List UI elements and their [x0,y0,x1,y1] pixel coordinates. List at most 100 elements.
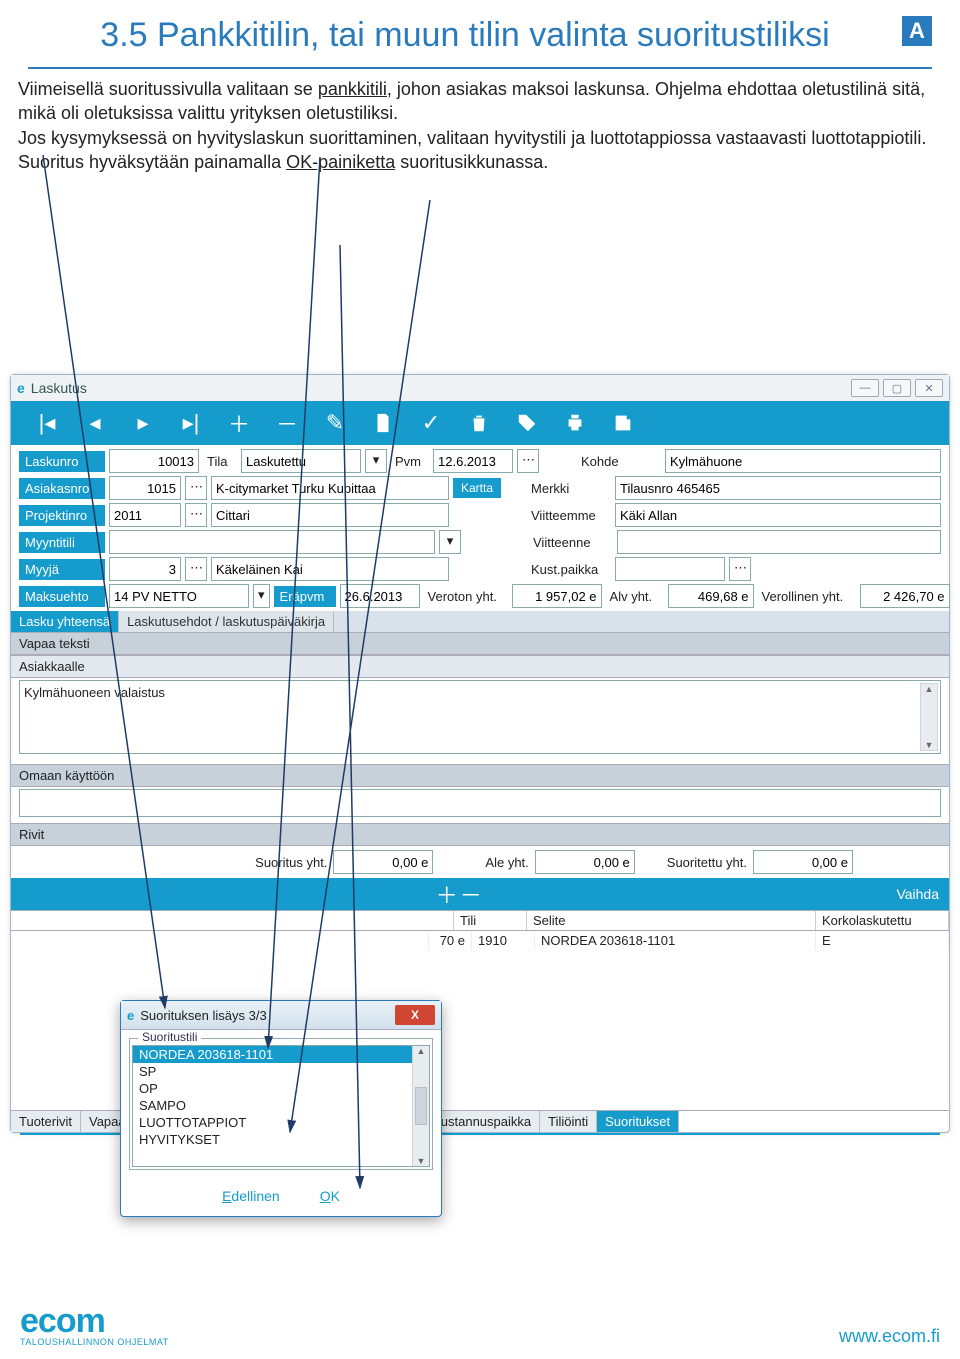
list-item[interactable]: HYVITYKSET [133,1131,429,1148]
lookup-kust-icon[interactable]: ⋯ [729,557,751,581]
page-header: 3.5 Pankkitilin, tai muun tilin valinta … [0,0,960,61]
label-kohde: Kohde [577,452,661,471]
link-ok: OK-painiketta [286,152,395,172]
memo-omaan[interactable] [19,789,941,817]
dialog-group-suoritustili: Suoritustili NORDEA 203618-1101 SP OP SA… [129,1038,433,1170]
mid-tabs: Lasku yhteensä Laskutusehdot / laskutusp… [11,611,949,632]
input-asiakas-name[interactable] [211,476,449,500]
input-projekti-name[interactable] [211,503,449,527]
link-pankkitili: pankkitili [318,79,387,99]
memo-scrollbar[interactable]: ▲▼ [920,683,938,751]
tag-icon[interactable] [515,411,539,435]
label-suoritus-yht: Suoritus yht. [255,855,327,870]
nav-prev-icon[interactable]: ◂ [83,411,107,435]
tab-tuoterivit[interactable]: Tuoterivit [11,1111,81,1132]
edit-icon[interactable]: ✎ [323,411,347,435]
brand-tagline: TALOUSHALLINNON OHJELMAT [20,1337,169,1347]
window-minimize-button[interactable]: — [851,379,879,397]
label-tila: Tila [203,452,237,471]
col-tili: Tili [454,911,527,930]
label-projektinro: Projektinro [19,505,105,526]
dialog-title: Suorituksen lisäys 3/3 [140,1008,266,1023]
dialog-close-button[interactable]: X [395,1005,435,1025]
lookup-projekti-icon[interactable]: ⋯ [185,503,207,527]
dropdown-maksuehto-icon[interactable]: ▾ [253,584,270,608]
body-paragraph: Viimeisellä suoritussivulla valitaan se … [0,77,960,174]
label-viitteemme: Viitteemme [527,506,611,525]
tab-suoritukset[interactable]: Suoritukset [597,1111,679,1132]
tab-lasku-yhteensa[interactable]: Lasku yhteensä [11,611,119,632]
body-text-3a: Suoritus hyväksytään painamalla [18,152,286,172]
input-verollinen [860,584,950,608]
page-footer: ecom TALOUSHALLINNON OHJELMAT www.ecom.f… [0,1302,960,1347]
nav-next-icon[interactable]: ▸ [131,411,155,435]
input-merkki[interactable] [615,476,941,500]
dialog-group-label: Suoritustili [138,1030,201,1044]
document-icon[interactable] [371,411,395,435]
input-viitteenne[interactable] [617,530,941,554]
window-title: Laskutus [31,380,87,396]
input-ale-yht [535,850,635,874]
input-viitteemme[interactable] [615,503,941,527]
input-kohde[interactable] [665,449,941,473]
label-ale-yht: Ale yht. [485,855,528,870]
totals-row: Suoritus yht. Ale yht. Suoritettu yht. [11,846,949,878]
dropdown-myyntitili-icon[interactable]: ▾ [439,530,461,554]
body-text-3c: suoritusikkunassa. [395,152,548,172]
input-pvm[interactable] [433,449,513,473]
section-omaan: Omaan käyttöön [11,764,949,787]
invoice-form: Laskunro Tila ▾ Pvm ⋯ Kohde Asiakasnro ⋯… [11,445,949,608]
list-item[interactable]: SP [133,1063,429,1080]
remove-icon[interactable]: － [275,411,299,435]
export-icon[interactable] [611,411,635,435]
input-maksuehto[interactable] [109,584,249,608]
dialog-titlebar: e Suorituksen lisäys 3/3 X [121,1001,441,1030]
listbox-suoritustili[interactable]: NORDEA 203618-1101 SP OP SAMPO LUOTTOTAP… [132,1045,430,1167]
dialog-prev-button[interactable]: Edellinen [222,1188,280,1204]
input-myyja-name[interactable] [211,557,449,581]
list-item[interactable]: LUOTTOTAPPIOT [133,1114,429,1131]
lookup-asiakas-icon[interactable]: ⋯ [185,476,207,500]
listbox-scrollbar[interactable]: ▲▼ [412,1046,429,1166]
label-veroton: Veroton yht. [424,587,508,606]
window-maximize-button[interactable]: ▢ [883,379,911,397]
input-alv [668,584,754,608]
input-myyntitili[interactable] [109,530,435,554]
list-item[interactable]: SAMPO [133,1097,429,1114]
input-myyjanro[interactable] [109,557,181,581]
list-item[interactable]: OP [133,1080,429,1097]
col-korko: Korkolaskutettu [816,911,949,930]
cell-sum: 70 e [429,931,472,950]
dialog-ok-button[interactable]: OK [320,1188,340,1204]
input-asiakasnro[interactable] [109,476,181,500]
brand-logo: ecom TALOUSHALLINNON OHJELMAT [20,1302,169,1347]
tab-tiliointi[interactable]: Tiliöinti [540,1111,597,1132]
label-merkki: Merkki [527,479,611,498]
dialog-buttons: Edellinen OK [121,1178,441,1216]
lookup-myyja-icon[interactable]: ⋯ [185,557,207,581]
list-item[interactable]: NORDEA 203618-1101 [133,1046,429,1063]
tab-laskutusehdot[interactable]: Laskutusehdot / laskutuspäiväkirja [119,611,334,632]
kartta-button[interactable]: Kartta [453,478,501,498]
nav-first-icon[interactable]: |◂ [35,411,59,435]
row-add-icon[interactable]: ＋ [435,882,459,906]
add-icon[interactable]: ＋ [227,411,251,435]
input-kustpaikka[interactable] [615,557,725,581]
vaihda-button[interactable]: Vaihda [896,886,939,902]
print-icon[interactable] [563,411,587,435]
nav-last-icon[interactable]: ▸| [179,411,203,435]
row-remove-icon[interactable]: － [459,882,483,906]
input-erapvm[interactable] [340,584,420,608]
label-verollinen: Verollinen yht. [758,587,856,606]
dropdown-tila-icon[interactable]: ▾ [365,449,387,473]
input-projektinro[interactable] [109,503,181,527]
label-maksuehto: Maksuehto [19,586,105,607]
memo-asiakkaalle[interactable]: Kylmähuoneen valaistus ▲▼ [19,680,941,754]
window-close-button[interactable]: ✕ [915,379,943,397]
table-row[interactable]: 70 e 1910 NORDEA 203618-1101 E [11,931,949,950]
datepicker-icon[interactable]: ⋯ [517,449,539,473]
confirm-icon[interactable]: ✓ [419,411,443,435]
trash-icon[interactable] [467,411,491,435]
select-tila[interactable] [241,449,361,473]
input-laskunro[interactable] [109,449,199,473]
